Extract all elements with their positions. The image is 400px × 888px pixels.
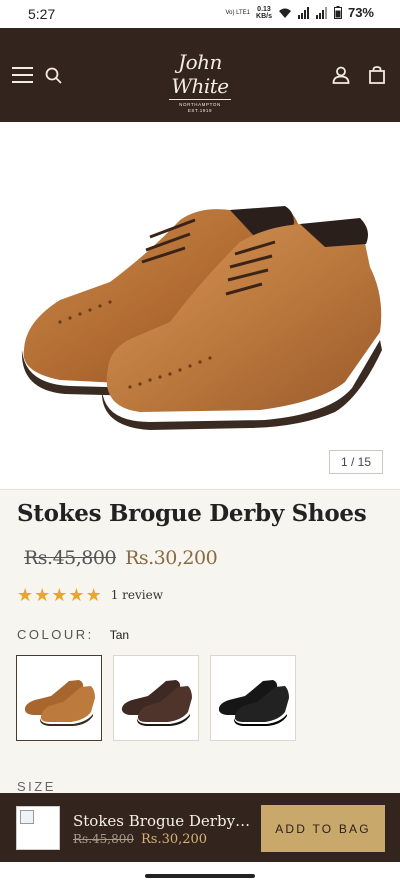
shoe-thumbnail-black: [218, 680, 289, 726]
sticky-sale-price: Rs.30,200: [141, 832, 208, 847]
image-counter: 1 / 15: [329, 450, 383, 474]
status-indicators: Vo) LTE1 0.13 KB/s 73%: [225, 5, 374, 20]
battery-percent: 73%: [347, 5, 374, 20]
colour-label: COLOUR:: [17, 627, 94, 642]
brand-est: EST.1919: [187, 108, 213, 113]
status-bar: 5:27 Vo) LTE1 0.13 KB/s 73%: [0, 0, 400, 28]
original-price: Rs.45,800: [24, 547, 117, 569]
star-icon: ★: [51, 585, 68, 605]
home-gesture-bar[interactable]: [145, 874, 255, 878]
sale-price: Rs.30,200: [125, 547, 218, 569]
size-label: SIZE: [17, 779, 56, 794]
swatch-tan[interactable]: [16, 655, 102, 741]
price-row: Rs.45,800 Rs.30,200: [24, 547, 218, 569]
volte-indicator: Vo) LTE1: [225, 9, 251, 16]
product-photo: [21, 206, 382, 430]
logo-underline: [169, 99, 231, 100]
star-icon: ★: [85, 585, 102, 605]
colour-row: COLOUR: Tan: [17, 627, 129, 642]
sticky-add-to-bag-bar: Stokes Brogue Derby S... Rs.45,800 Rs.30…: [0, 793, 400, 862]
shoe-thumbnail-brown: [121, 680, 192, 726]
add-to-bag-button[interactable]: ADD TO BAG: [261, 805, 385, 852]
account-button[interactable]: [332, 28, 350, 122]
sticky-product-thumbnail: [16, 806, 60, 850]
brand-script: John White: [171, 50, 229, 98]
status-time: 5:27: [28, 6, 56, 22]
search-icon: [45, 67, 62, 84]
bag-icon: [369, 66, 385, 84]
colour-swatches: [16, 655, 296, 741]
net-speed-value: 0.13: [257, 5, 271, 13]
bag-button[interactable]: [369, 28, 385, 122]
signal-icon: [297, 6, 309, 19]
net-speed-unit: KB/s: [256, 12, 272, 20]
system-navigation-area: [0, 862, 400, 888]
shoe-thumbnail-tan: [24, 680, 95, 726]
menu-button[interactable]: [12, 28, 34, 122]
swatch-black[interactable]: [210, 655, 296, 741]
star-icon: ★: [34, 585, 51, 605]
search-button[interactable]: [45, 28, 62, 122]
review-count-link[interactable]: 1 review: [111, 588, 163, 602]
broken-image-icon: [20, 810, 34, 824]
brand-logo[interactable]: John White NORTHAMPTON EST.1919: [150, 50, 250, 113]
star-icon: ★: [17, 585, 34, 605]
net-speed: 0.13 KB/s: [256, 6, 272, 20]
product-image-gallery[interactable]: 1 / 15: [0, 122, 400, 490]
wifi-icon: [278, 8, 291, 18]
swatch-brown[interactable]: [113, 655, 199, 741]
product-title: Stokes Brogue Derby Shoes: [17, 500, 367, 527]
rating-row[interactable]: ★ ★ ★ ★ ★ 1 review: [17, 586, 163, 604]
sticky-price-row: Rs.45,800 Rs.30,200: [73, 832, 207, 847]
battery-icon: [333, 6, 342, 19]
site-header: John White NORTHAMPTON EST.1919: [0, 28, 400, 122]
signal-icon-2: [315, 6, 327, 19]
account-icon: [332, 66, 350, 84]
star-rating: ★ ★ ★ ★ ★: [17, 586, 102, 604]
sticky-product-title: Stokes Brogue Derby S...: [73, 812, 251, 830]
sticky-original-price: Rs.45,800: [73, 832, 134, 846]
colour-value: Tan: [109, 627, 130, 642]
menu-icon: [12, 67, 33, 83]
star-icon: ★: [68, 585, 85, 605]
